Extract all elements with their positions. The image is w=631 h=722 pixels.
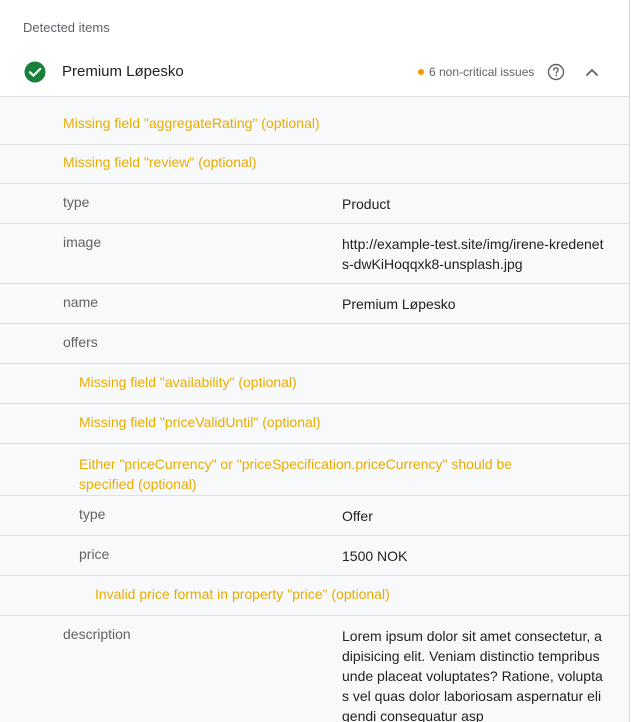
property-row-type: type Product: [0, 184, 629, 224]
issue-row: Either "priceCurrency" or "priceSpecific…: [0, 444, 629, 496]
property-value: 1500 NOK: [342, 548, 408, 564]
chevron-up-icon[interactable]: [585, 65, 599, 79]
property-row-image: image http://example-test.site/img/irene…: [0, 224, 629, 284]
panel-border: [629, 0, 630, 722]
property-label: type: [79, 506, 106, 522]
property-row-offer-type: type Offer: [0, 496, 629, 536]
property-row-price: price 1500 NOK: [0, 536, 629, 576]
issue-row: Missing field "aggregateRating" (optiona…: [0, 97, 629, 145]
section-title: Detected items: [23, 20, 110, 35]
warning-text: Missing field "aggregateRating" (optiona…: [63, 115, 320, 131]
warning-text: Either "priceCurrency" or "priceSpecific…: [79, 456, 513, 492]
property-value: Product: [342, 196, 391, 212]
property-value: Premium Løpesko: [342, 296, 456, 312]
warning-text: Missing field "priceValidUntil" (optiona…: [79, 414, 321, 430]
issue-count: 6 non-critical issues: [429, 65, 535, 79]
property-label: offers: [63, 334, 98, 350]
warning-dot-icon: [418, 69, 424, 75]
property-label: price: [79, 546, 110, 562]
issue-row: Missing field "review" (optional): [0, 144, 629, 184]
warning-text: Missing field "review" (optional): [63, 154, 257, 170]
property-row-name: name Premium Løpesko: [0, 284, 629, 324]
warning-text: Missing field "availability" (optional): [79, 374, 297, 390]
item-name: Premium Løpesko: [62, 63, 184, 80]
property-label: type: [63, 194, 90, 210]
property-label: description: [63, 626, 131, 642]
property-value: http://example-test.site/img/irene-krede…: [342, 236, 604, 272]
property-value: Offer: [342, 508, 373, 524]
issue-row: Missing field "priceValidUntil" (optiona…: [0, 404, 629, 444]
property-row-description: description Lorem ipsum dolor sit amet c…: [0, 616, 629, 722]
issue-row: Missing field "availability" (optional): [0, 364, 629, 404]
item-details: Missing field "aggregateRating" (optiona…: [0, 97, 629, 722]
property-label: image: [63, 234, 102, 250]
check-circle-icon: [24, 61, 46, 83]
help-icon[interactable]: [547, 63, 565, 81]
property-label: name: [63, 294, 99, 310]
property-value: Lorem ipsum dolor sit amet consectetur, …: [342, 628, 603, 722]
property-row-offers: offers: [0, 324, 629, 364]
detected-item-header[interactable]: Premium Løpesko 6 non-critical issues: [0, 48, 629, 97]
issue-row: Invalid price format in property "price"…: [0, 576, 629, 616]
warning-text: Invalid price format in property "price"…: [95, 586, 390, 602]
